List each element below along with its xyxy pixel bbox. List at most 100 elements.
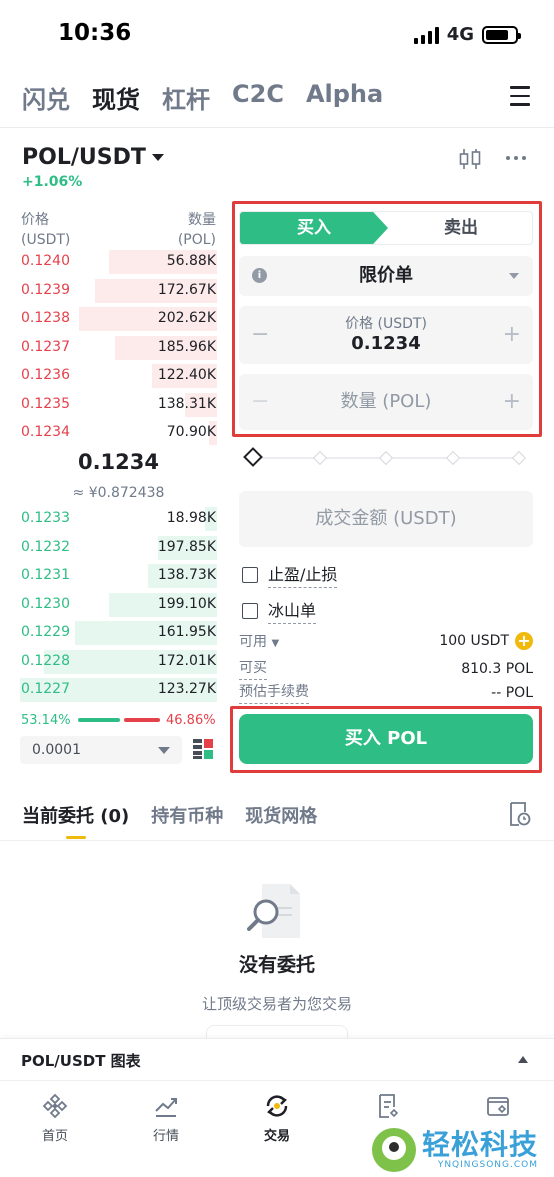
watermark-domain: YNQINGSONG.COM	[437, 1160, 539, 1170]
quantity-input[interactable]: − 数量 (POL) +	[239, 374, 533, 430]
precision-value: 0.0001	[32, 742, 81, 758]
iceberg-option[interactable]: 冰山单	[242, 597, 317, 624]
orderbook-row[interactable]: 0.1231 138.73K	[20, 562, 217, 590]
pair-symbol: POL/USDT	[22, 145, 146, 170]
orderbook-layout-icon[interactable]	[192, 738, 214, 760]
available-value: 100 USDT	[439, 633, 509, 649]
precision-select[interactable]: 0.0001	[20, 736, 182, 764]
tab-open-orders[interactable]: 当前委托 (0)	[22, 802, 129, 828]
network-type: 4G	[446, 24, 474, 45]
orderbook-price: 0.1238	[21, 310, 70, 326]
orderbook-qty: 138.73K	[157, 567, 216, 583]
orderbook-row[interactable]: 0.1236 122.40K	[20, 362, 217, 390]
orderbook-qty: 172.67K	[157, 281, 216, 298]
plus-icon[interactable]: +	[503, 306, 521, 364]
total-input[interactable]: 成交金额 (USDT)	[239, 491, 533, 547]
empty-search-document-icon	[246, 882, 306, 942]
iceberg-label: 冰山单	[268, 597, 317, 624]
status-indicators: 4G	[413, 24, 521, 45]
buy-pol-button[interactable]: 买入 POL	[239, 714, 533, 764]
orderbook-qty: 123.27K	[157, 681, 216, 697]
nav-markets[interactable]: 行情	[131, 1093, 201, 1144]
tab-alpha[interactable]: Alpha	[306, 80, 383, 115]
orderbook-qty: 161.95K	[157, 624, 216, 640]
iceberg-checkbox[interactable]	[242, 602, 258, 619]
orderbook-qty: 56.88K	[166, 253, 216, 269]
orderbook-price: 0.1234	[21, 424, 70, 440]
buy-ratio: 53.14%	[21, 713, 71, 728]
watermark-name: 轻松科技	[422, 1128, 539, 1161]
can-buy-label: 可买	[239, 657, 267, 680]
orderbook-row[interactable]: 0.1233 18.98K	[20, 505, 217, 533]
available-selector[interactable]: 可用 ▼	[239, 631, 279, 651]
order-type-value: 限价单	[359, 265, 413, 286]
chart-toggle-bar[interactable]: POL/USDT 图表	[0, 1038, 554, 1080]
last-price-fiat: ≈ ¥0.872438	[72, 485, 165, 501]
order-history-icon[interactable]	[509, 801, 531, 827]
slider-step-25[interactable]	[312, 450, 328, 466]
more-icon[interactable]	[506, 156, 526, 160]
slider-step-50[interactable]	[378, 450, 394, 466]
tab-spot[interactable]: 现货	[92, 80, 140, 115]
price-change: +1.06%	[22, 174, 83, 190]
minus-icon[interactable]: −	[251, 374, 269, 430]
orderbook-row[interactable]: 0.1234 70.90K	[20, 419, 217, 447]
quantity-placeholder: 数量 (POL)	[340, 391, 432, 412]
slider-step-75[interactable]	[445, 450, 461, 466]
watermark-eye-icon	[372, 1128, 416, 1172]
orderbook-price: 0.1230	[21, 595, 70, 612]
orderbook-row[interactable]: 0.1232 197.85K	[20, 534, 217, 562]
divider	[0, 840, 554, 841]
tp-sl-label: 止盈/止损	[268, 561, 338, 588]
tab-c2c[interactable]: C2C	[232, 80, 284, 115]
chevron-down-icon	[509, 273, 519, 279]
fee-label: 预估手续费	[239, 681, 309, 704]
orderbook-qty: 122.40K	[157, 367, 216, 383]
nav-futures[interactable]	[353, 1093, 423, 1125]
orderbook-row[interactable]: 0.1239 172.67K	[20, 277, 217, 305]
markets-chart-icon	[155, 1098, 177, 1117]
add-funds-icon[interactable]: +	[515, 632, 533, 650]
tab-buy[interactable]: 买入	[240, 212, 388, 244]
orderbook-row[interactable]: 0.1230 199.10K	[20, 591, 217, 619]
orderbook-price: 0.1237	[21, 338, 70, 355]
info-icon[interactable]: i	[252, 268, 267, 283]
pair-selector[interactable]: POL/USDT	[22, 145, 164, 170]
buy-ratio-bar	[78, 718, 120, 722]
orderbook-price: 0.1235	[21, 395, 70, 412]
tab-spot-grid[interactable]: 现货网格	[245, 802, 317, 828]
orderbook-qty-header: 数量 (POL)	[177, 212, 216, 248]
orderbook-row[interactable]: 0.1227 123.27K	[20, 676, 217, 704]
orderbook-row[interactable]: 0.1240 56.88K	[20, 248, 217, 276]
tab-sell[interactable]: 卖出	[388, 212, 532, 244]
orderbook-qty: 172.01K	[157, 652, 216, 669]
slider-step-100[interactable]	[511, 450, 527, 466]
trade-icon	[266, 1095, 288, 1117]
tab-convert[interactable]: 闪兑	[22, 80, 70, 115]
plus-icon[interactable]: +	[503, 374, 521, 430]
nav-trade[interactable]: 交易	[242, 1093, 312, 1144]
order-type-select[interactable]: i 限价单	[239, 256, 533, 296]
candlestick-chart-icon[interactable]	[458, 148, 482, 170]
empty-subtitle: 让顶级交易者为您交易	[201, 995, 352, 1013]
tab-margin[interactable]: 杠杆	[162, 80, 210, 115]
tab-holdings[interactable]: 持有币种	[151, 802, 223, 828]
orderbook-row[interactable]: 0.1228 172.01K	[20, 648, 217, 676]
price-input[interactable]: − 价格 (USDT) 0.1234 +	[239, 306, 533, 364]
document-icon	[379, 1094, 399, 1118]
orderbook-row[interactable]: 0.1237 185.96K	[20, 334, 217, 362]
orderbook-row[interactable]: 0.1235 138.31K	[20, 391, 217, 419]
tp-sl-checkbox[interactable]	[242, 566, 258, 583]
orderbook-row[interactable]: 0.1238 202.62K	[20, 305, 217, 333]
chevron-up-icon	[518, 1056, 528, 1063]
nav-wallet[interactable]	[463, 1093, 533, 1125]
can-buy-row: 可买 810.3 POL	[239, 657, 533, 680]
orderbook-price: 0.1232	[21, 538, 70, 555]
nav-home[interactable]: 首页	[20, 1093, 90, 1144]
chart-toggle-label: POL/USDT 图表	[21, 1052, 141, 1070]
orderbook-row[interactable]: 0.1229 161.95K	[20, 619, 217, 647]
menu-icon[interactable]	[510, 86, 530, 106]
tp-sl-option[interactable]: 止盈/止损	[242, 561, 338, 588]
status-time: 10:36	[58, 20, 132, 46]
amount-slider-handle[interactable]	[243, 447, 263, 467]
